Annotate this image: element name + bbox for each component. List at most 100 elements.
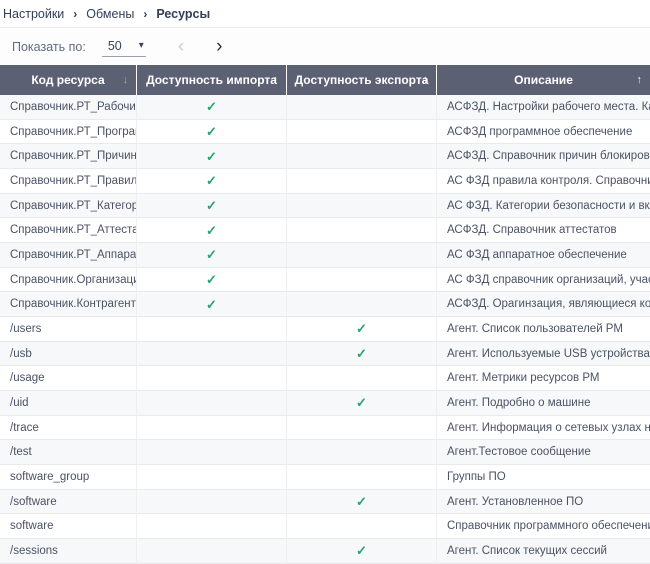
import-availability-cell: ✓ — [137, 465, 287, 490]
breadcrumb-item-exchanges[interactable]: Обмены — [86, 7, 134, 21]
table-row[interactable]: /uid ✓ ✓ Агент. Подробно о машине — [0, 391, 650, 416]
export-availability-cell: ✓ — [287, 292, 437, 317]
page-size-label: Показать по: — [12, 40, 86, 54]
table-row[interactable]: /usage ✓ ✓ Агент. Метрики ресурсов РМ — [0, 366, 650, 391]
resource-code-cell: Справочник.Организации — [0, 268, 137, 293]
export-availability-cell: ✓ — [287, 218, 437, 243]
table-body: Справочник.РТ_РабочиеМес… ✓ ✓ АСФЗД. Нас… — [0, 95, 650, 564]
import-availability-cell: ✓ — [137, 144, 287, 169]
export-availability-cell: ✓ — [287, 391, 437, 416]
resource-code-cell: Справочник.РТ_ПричиныБло… — [0, 144, 137, 169]
import-availability-cell: ✓ — [137, 317, 287, 342]
export-availability-cell: ✓ — [287, 268, 437, 293]
export-availability-cell: ✓ — [287, 416, 437, 441]
table-row[interactable]: Справочник.Организации ✓ ✓ АС ФЗД справо… — [0, 268, 650, 293]
resource-code-cell: software — [0, 514, 137, 539]
resource-code-cell: Справочник.РТ_КатегорииБе… — [0, 194, 137, 219]
import-availability-cell: ✓ — [137, 120, 287, 145]
description-cell: Агент. Метрики ресурсов РМ — [437, 366, 650, 391]
table-row[interactable]: Справочник.РТ_Программно… ✓ ✓ АСФЗД прог… — [0, 120, 650, 145]
export-availability-cell: ✓ — [287, 440, 437, 465]
check-icon: ✓ — [206, 248, 217, 261]
resource-code-cell: /usage — [0, 366, 137, 391]
column-label: Описание — [514, 73, 573, 87]
table-row[interactable]: /sessions ✓ ✓ Агент. Список текущих сесс… — [0, 539, 650, 564]
import-availability-cell: ✓ — [137, 218, 287, 243]
chevron-right-icon: › — [73, 7, 77, 21]
import-availability-cell: ✓ — [137, 268, 287, 293]
check-icon: ✓ — [206, 100, 217, 113]
description-cell: АСФЗД. Справочник причин блокировок рабо… — [437, 144, 650, 169]
breadcrumb-item-settings[interactable]: Настройки — [3, 7, 64, 21]
resource-code-cell: Справочник.Контрагенты — [0, 292, 137, 317]
import-availability-cell: ✓ — [137, 490, 287, 515]
table-row[interactable]: Справочник.РТ_РабочиеМес… ✓ ✓ АСФЗД. Нас… — [0, 95, 650, 120]
check-icon: ✓ — [356, 544, 367, 557]
description-cell: Агент. Установленное ПО — [437, 490, 650, 515]
import-availability-cell: ✓ — [137, 95, 287, 120]
table-row[interactable]: Справочник.РТ_АттестатыРМ ✓ ✓ АСФЗД. Спр… — [0, 218, 650, 243]
resource-code-cell: Справочник.РТ_АттестатыРМ — [0, 218, 137, 243]
resource-code-cell: software_group — [0, 465, 137, 490]
page-size-value: 50 — [108, 39, 122, 53]
import-availability-cell: ✓ — [137, 342, 287, 367]
resource-code-cell: Справочник.РТ_ПравилаКон… — [0, 169, 137, 194]
description-cell: Агент. Информация о сетевых узлах на пут… — [437, 416, 650, 441]
table-row[interactable]: Справочник.РТ_Аппаратное… ✓ ✓ АС ФЗД апп… — [0, 243, 650, 268]
description-cell: Агент.Тестовое сообщение — [437, 440, 650, 465]
description-cell: АС ФЗД. Категории безопасности и включен… — [437, 194, 650, 219]
column-header-resource-code[interactable]: Код ресурса ↓ — [0, 65, 137, 95]
table-row[interactable]: Справочник.РТ_ПричиныБло… ✓ ✓ АСФЗД. Спр… — [0, 144, 650, 169]
description-cell: АСФЗД. Орагинзация, являющиеся контраген… — [437, 292, 650, 317]
export-availability-cell: ✓ — [287, 95, 437, 120]
description-cell: АСФЗД. Справочник аттестатов — [437, 218, 650, 243]
resource-code-cell: Справочник.РТ_Аппаратное… — [0, 243, 137, 268]
sort-asc-icon: ↑ — [637, 74, 643, 86]
table-row[interactable]: /software ✓ ✓ Агент. Установленное ПО — [0, 490, 650, 515]
column-header-export-availability[interactable]: Доступность экспорта ↑ — [287, 65, 437, 95]
description-cell: АСФЗД. Настройки рабочего места. Категор… — [437, 95, 650, 120]
resource-code-cell: /uid — [0, 391, 137, 416]
description-cell: АС ФЗД правила контроля. Справочник прав… — [437, 169, 650, 194]
resource-code-cell: /test — [0, 440, 137, 465]
chevron-right-icon: › — [143, 7, 147, 21]
resource-code-cell: /usb — [0, 342, 137, 367]
table-row[interactable]: software ✓ ✓ Справочник программного обе… — [0, 514, 650, 539]
table-row[interactable]: Справочник.Контрагенты ✓ ✓ АСФЗД. Орагин… — [0, 292, 650, 317]
check-icon: ✓ — [206, 298, 217, 311]
description-cell: АСФЗД программное обеспечение — [437, 120, 650, 145]
table-row[interactable]: software_group ✓ ✓ Группы ПО — [0, 465, 650, 490]
table-header: Код ресурса ↓ Доступность импорта ↑ Дост… — [0, 65, 650, 95]
import-availability-cell: ✓ — [137, 169, 287, 194]
resource-code-cell: Справочник.РТ_РабочиеМес… — [0, 95, 137, 120]
table-row[interactable]: Справочник.РТ_КатегорииБе… ✓ ✓ АС ФЗД. К… — [0, 194, 650, 219]
export-availability-cell: ✓ — [287, 169, 437, 194]
page-size-select[interactable]: 50 ▾ — [102, 37, 146, 57]
check-icon: ✓ — [206, 125, 217, 138]
import-availability-cell: ✓ — [137, 539, 287, 564]
previous-page-button[interactable]: ‹ — [172, 37, 190, 56]
description-cell: Агент. Список пользователей РМ — [437, 317, 650, 342]
column-header-import-availability[interactable]: Доступность импорта ↑ — [137, 65, 287, 95]
table-row[interactable]: Справочник.РТ_ПравилаКон… ✓ ✓ АС ФЗД пра… — [0, 169, 650, 194]
export-availability-cell: ✓ — [287, 490, 437, 515]
table-row[interactable]: /trace ✓ ✓ Агент. Информация о сетевых у… — [0, 416, 650, 441]
next-page-button[interactable]: › — [210, 37, 228, 56]
description-cell: Справочник программного обеспечения — [437, 514, 650, 539]
table-row[interactable]: /users ✓ ✓ Агент. Список пользователей Р… — [0, 317, 650, 342]
table-row[interactable]: /usb ✓ ✓ Агент. Используемые USB устройс… — [0, 342, 650, 367]
check-icon: ✓ — [206, 224, 217, 237]
export-availability-cell: ✓ — [287, 539, 437, 564]
column-header-description[interactable]: Описание ↑ — [437, 65, 650, 95]
export-availability-cell: ✓ — [287, 194, 437, 219]
export-availability-cell: ✓ — [287, 465, 437, 490]
description-cell: АС ФЗД аппаратное обеспечение — [437, 243, 650, 268]
export-availability-cell: ✓ — [287, 120, 437, 145]
resource-code-cell: Справочник.РТ_Программно… — [0, 120, 137, 145]
export-availability-cell: ✓ — [287, 342, 437, 367]
check-icon: ✓ — [356, 396, 367, 409]
export-availability-cell: ✓ — [287, 144, 437, 169]
column-label: Доступность импорта — [146, 73, 277, 87]
toolbar: Показать по: 50 ▾ ‹ › — [0, 28, 650, 65]
table-row[interactable]: /test ✓ ✓ Агент.Тестовое сообщение — [0, 440, 650, 465]
